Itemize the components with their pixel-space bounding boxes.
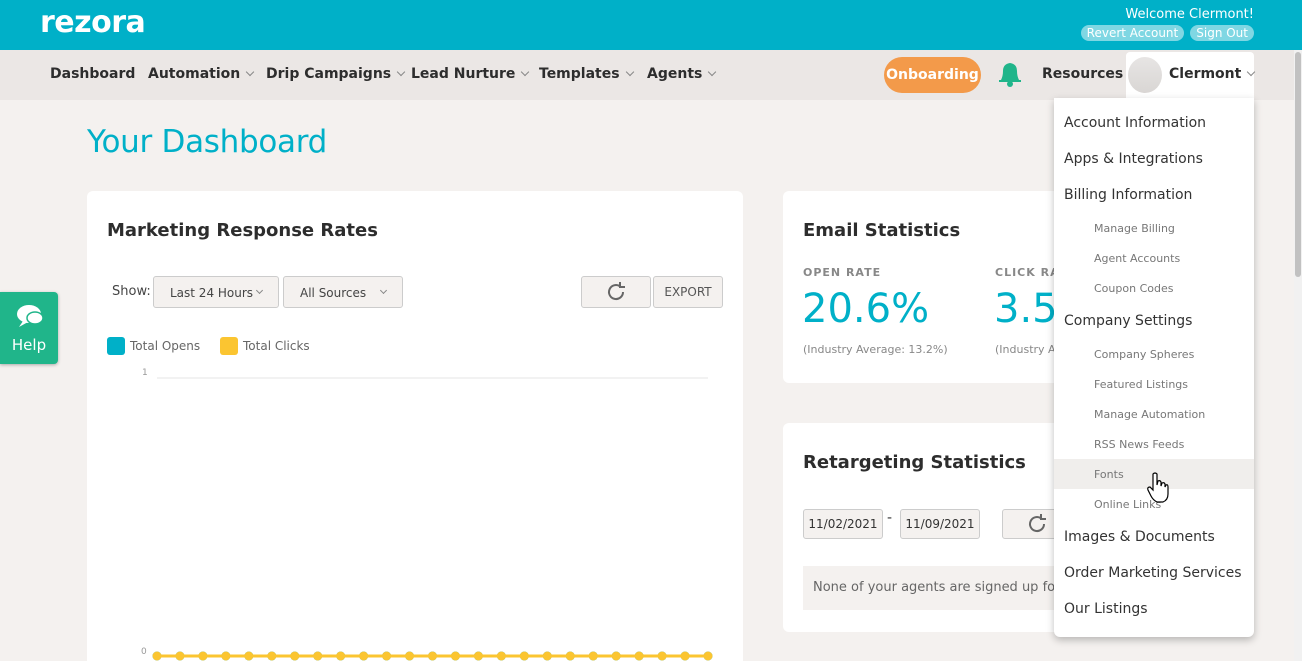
data-point-clicks[interactable]: [565, 651, 575, 661]
date-to-input[interactable]: 11/09/2021: [900, 509, 980, 539]
menu-our-listings[interactable]: Our Listings: [1064, 601, 1148, 617]
menu-order-marketing-services[interactable]: Order Marketing Services: [1064, 565, 1242, 581]
data-point-clicks[interactable]: [542, 651, 552, 661]
menu-apps-integrations[interactable]: Apps & Integrations: [1064, 151, 1203, 167]
data-point-clicks[interactable]: [221, 651, 231, 661]
data-point-clicks[interactable]: [198, 651, 208, 661]
menu-account-information[interactable]: Account Information: [1064, 115, 1206, 131]
data-point-clicks[interactable]: [680, 651, 690, 661]
open-rate-industry: (Industry Average: 13.2%): [803, 343, 948, 356]
menu-manage-billing[interactable]: Manage Billing: [1094, 222, 1175, 235]
data-point-clicks[interactable]: [313, 651, 323, 661]
open-rate-label: OPEN RATE: [803, 266, 882, 279]
menu-billing-information[interactable]: Billing Information: [1064, 187, 1192, 203]
data-point-clicks[interactable]: [519, 651, 529, 661]
open-rate-value: 20.6%: [802, 286, 930, 332]
hand-cursor-icon: [1147, 472, 1169, 503]
data-point-clicks[interactable]: [382, 651, 392, 661]
data-point-clicks[interactable]: [244, 651, 254, 661]
data-point-clicks[interactable]: [496, 651, 506, 661]
retargeting-title: Retargeting Statistics: [803, 452, 1026, 473]
data-point-clicks[interactable]: [703, 651, 713, 661]
menu-coupon-codes[interactable]: Coupon Codes: [1094, 282, 1173, 295]
menu-fonts[interactable]: Fonts: [1094, 468, 1124, 481]
click-rate-industry: (Industry A: [995, 343, 1056, 356]
data-point-clicks[interactable]: [473, 651, 483, 661]
user-dropdown-menu: [1054, 98, 1254, 637]
menu-agent-accounts[interactable]: Agent Accounts: [1094, 252, 1180, 265]
menu-featured-listings[interactable]: Featured Listings: [1094, 378, 1188, 391]
data-point-clicks[interactable]: [634, 651, 644, 661]
email-stats-title: Email Statistics: [803, 220, 961, 241]
data-point-clicks[interactable]: [359, 651, 369, 661]
click-rate-value: 3.5: [994, 286, 1058, 332]
data-point-clicks[interactable]: [450, 651, 460, 661]
menu-rss-news-feeds[interactable]: RSS News Feeds: [1094, 438, 1184, 451]
data-point-clicks[interactable]: [405, 651, 415, 661]
scrollbar-thumb[interactable]: [1295, 52, 1301, 277]
data-point-clicks[interactable]: [152, 651, 162, 661]
chat-icon: [17, 305, 44, 327]
date-separator: -: [887, 510, 893, 526]
data-point-clicks[interactable]: [290, 651, 300, 661]
help-button[interactable]: Help: [0, 292, 58, 364]
data-point-clicks[interactable]: [588, 651, 598, 661]
data-point-clicks[interactable]: [267, 651, 277, 661]
menu-company-settings[interactable]: Company Settings: [1064, 313, 1192, 329]
retargeting-notice: None of your agents are signed up for re…: [803, 566, 1063, 610]
help-label: Help: [11, 336, 47, 354]
data-point-clicks[interactable]: [336, 651, 346, 661]
date-from-input[interactable]: 11/02/2021: [803, 509, 883, 539]
data-point-clicks[interactable]: [657, 651, 667, 661]
menu-images-documents[interactable]: Images & Documents: [1064, 529, 1215, 545]
refresh-icon: [1029, 514, 1046, 533]
data-point-clicks[interactable]: [611, 651, 621, 661]
data-point-clicks[interactable]: [428, 651, 437, 661]
menu-manage-automation[interactable]: Manage Automation: [1094, 408, 1205, 421]
menu-company-spheres[interactable]: Company Spheres: [1094, 348, 1194, 361]
data-point-clicks[interactable]: [175, 651, 185, 661]
